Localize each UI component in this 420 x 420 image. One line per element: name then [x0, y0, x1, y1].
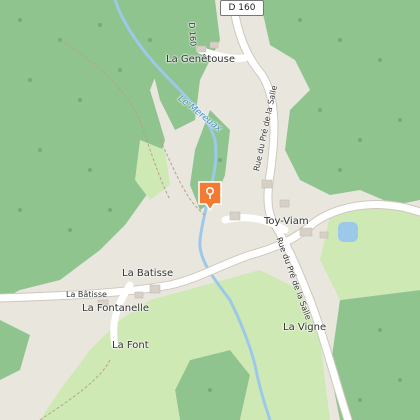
- place-label-font[interactable]: La Font: [112, 340, 149, 351]
- road-label-batisse: La Bâtisse: [66, 290, 107, 299]
- place-label-toy-viam[interactable]: Toy-Viam: [264, 216, 309, 227]
- route-shield-d160: D 160: [220, 0, 264, 16]
- place-label-genetouse[interactable]: La Genêtouse: [166, 54, 235, 65]
- place-label-vigne[interactable]: La Vigne: [283, 322, 326, 333]
- map-pin-icon: [198, 181, 222, 212]
- road-label-d160: D 160: [187, 22, 198, 47]
- place-label-batisse[interactable]: La Batisse: [122, 268, 173, 279]
- pond: [338, 222, 358, 242]
- map-view[interactable]: D 160 D 160 Rue du Pré de la Salle Rue d…: [0, 0, 420, 420]
- location-marker[interactable]: [197, 180, 223, 212]
- place-label-fontanelle[interactable]: La Fontanelle: [82, 303, 149, 314]
